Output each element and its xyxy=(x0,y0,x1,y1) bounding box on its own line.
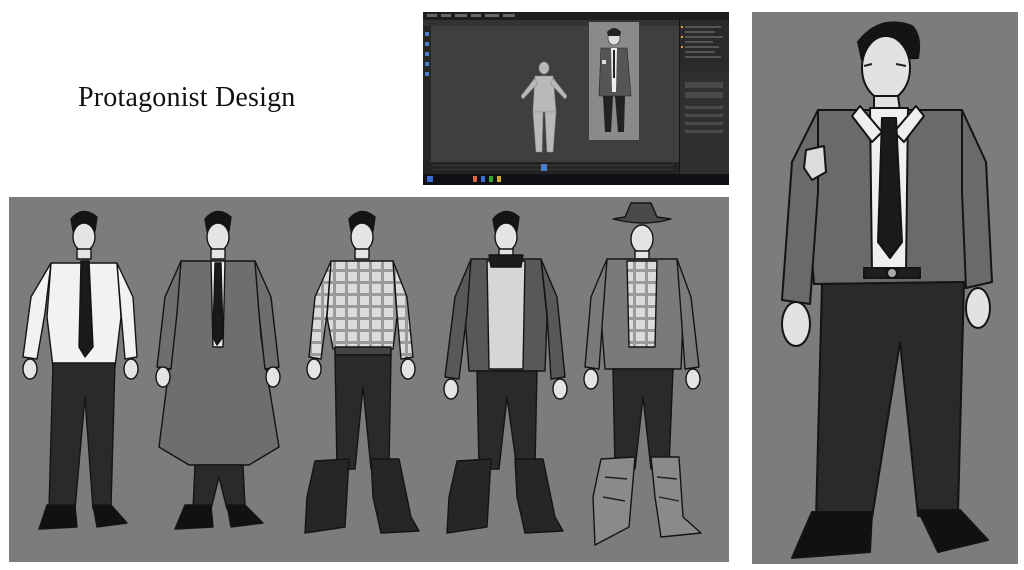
closeup-panel xyxy=(752,12,1018,564)
blender-scene xyxy=(425,14,723,182)
figure-cowboy xyxy=(583,202,702,546)
figure-plaid-shirt xyxy=(304,210,420,534)
figure-leather-jacket xyxy=(443,210,568,534)
page-title: Protagonist Design xyxy=(78,82,296,113)
blender-screenshot xyxy=(423,12,729,185)
lineup-artwork xyxy=(22,202,702,546)
outfit-lineup-panel xyxy=(9,197,729,562)
closeup-artwork xyxy=(781,21,993,559)
figure-white-shirt xyxy=(22,210,139,530)
figure-trench-coat xyxy=(155,210,281,530)
